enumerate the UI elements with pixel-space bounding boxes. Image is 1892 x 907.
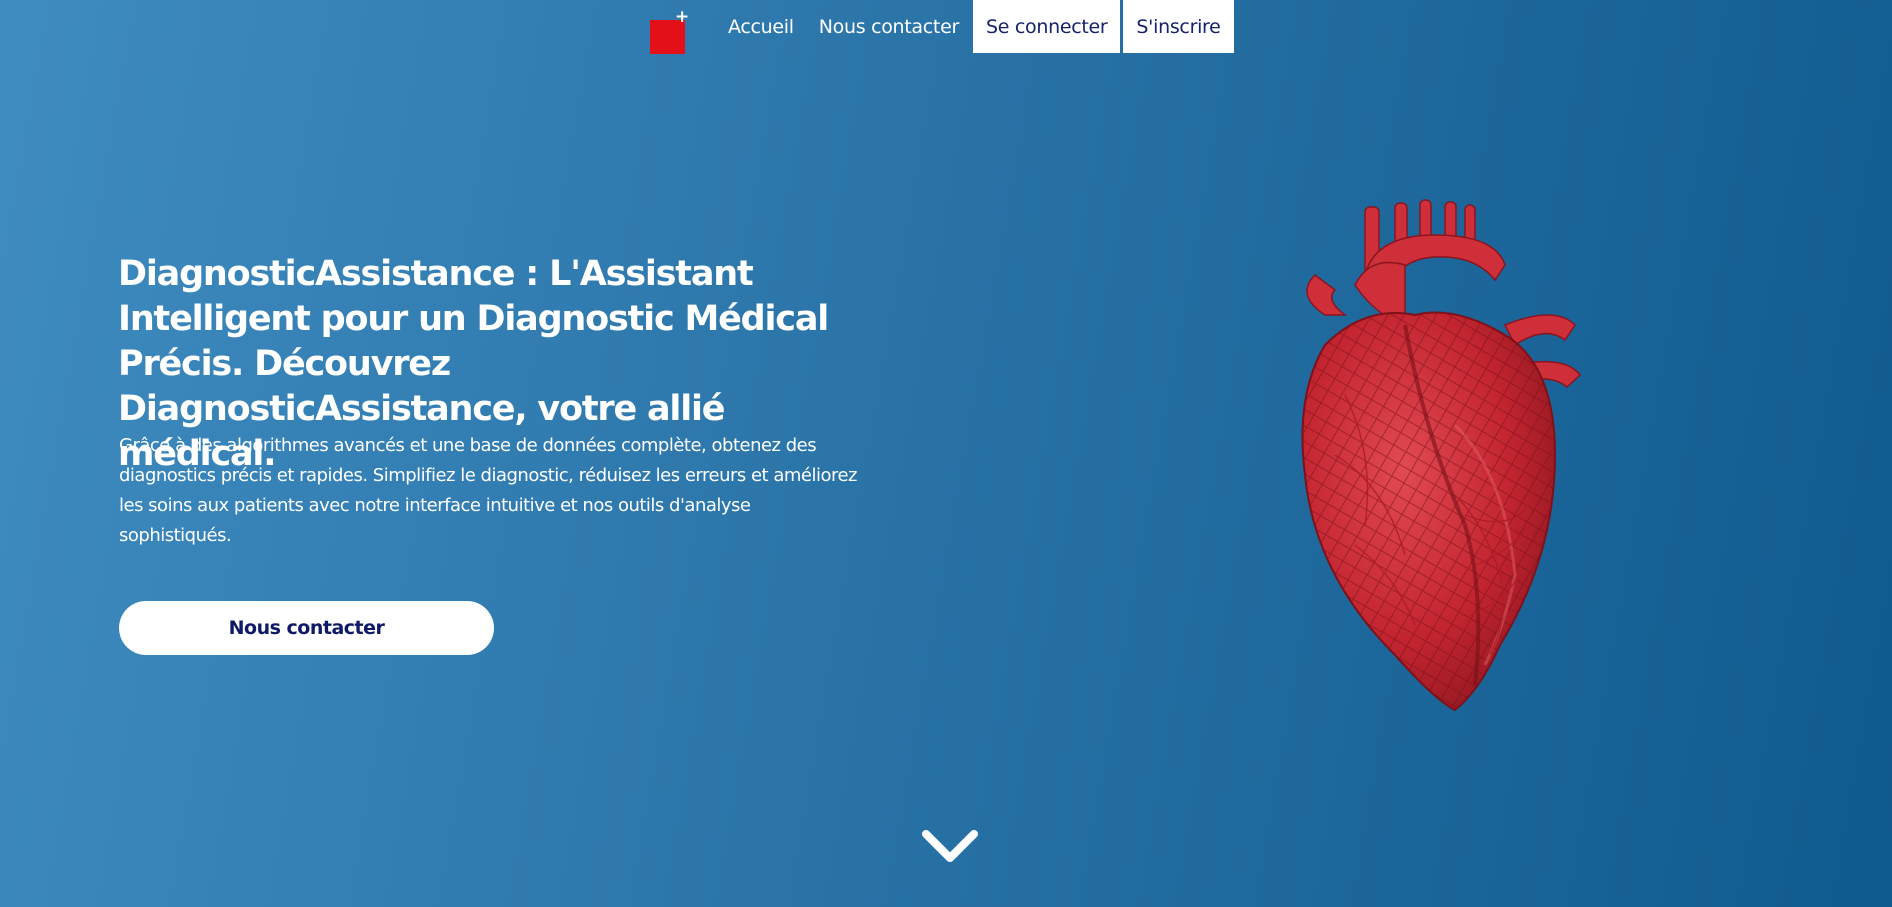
logo-icon[interactable]: + bbox=[650, 6, 690, 54]
chevron-down-icon[interactable] bbox=[920, 826, 980, 866]
contact-cta-button[interactable]: Nous contacter bbox=[119, 601, 494, 655]
top-navigation: + Accueil Nous contacter Se connecter S'… bbox=[650, 0, 1237, 54]
nav-link-contact[interactable]: Nous contacter bbox=[819, 16, 960, 38]
anatomical-heart-image bbox=[1301, 199, 1582, 712]
logo-plus: + bbox=[675, 6, 690, 27]
signup-button[interactable]: S'inscrire bbox=[1123, 0, 1234, 53]
login-button[interactable]: Se connecter bbox=[972, 0, 1121, 53]
nav-link-home[interactable]: Accueil bbox=[728, 16, 794, 38]
hero-description: Grâce à des algorithmes avancés et une b… bbox=[119, 435, 858, 546]
